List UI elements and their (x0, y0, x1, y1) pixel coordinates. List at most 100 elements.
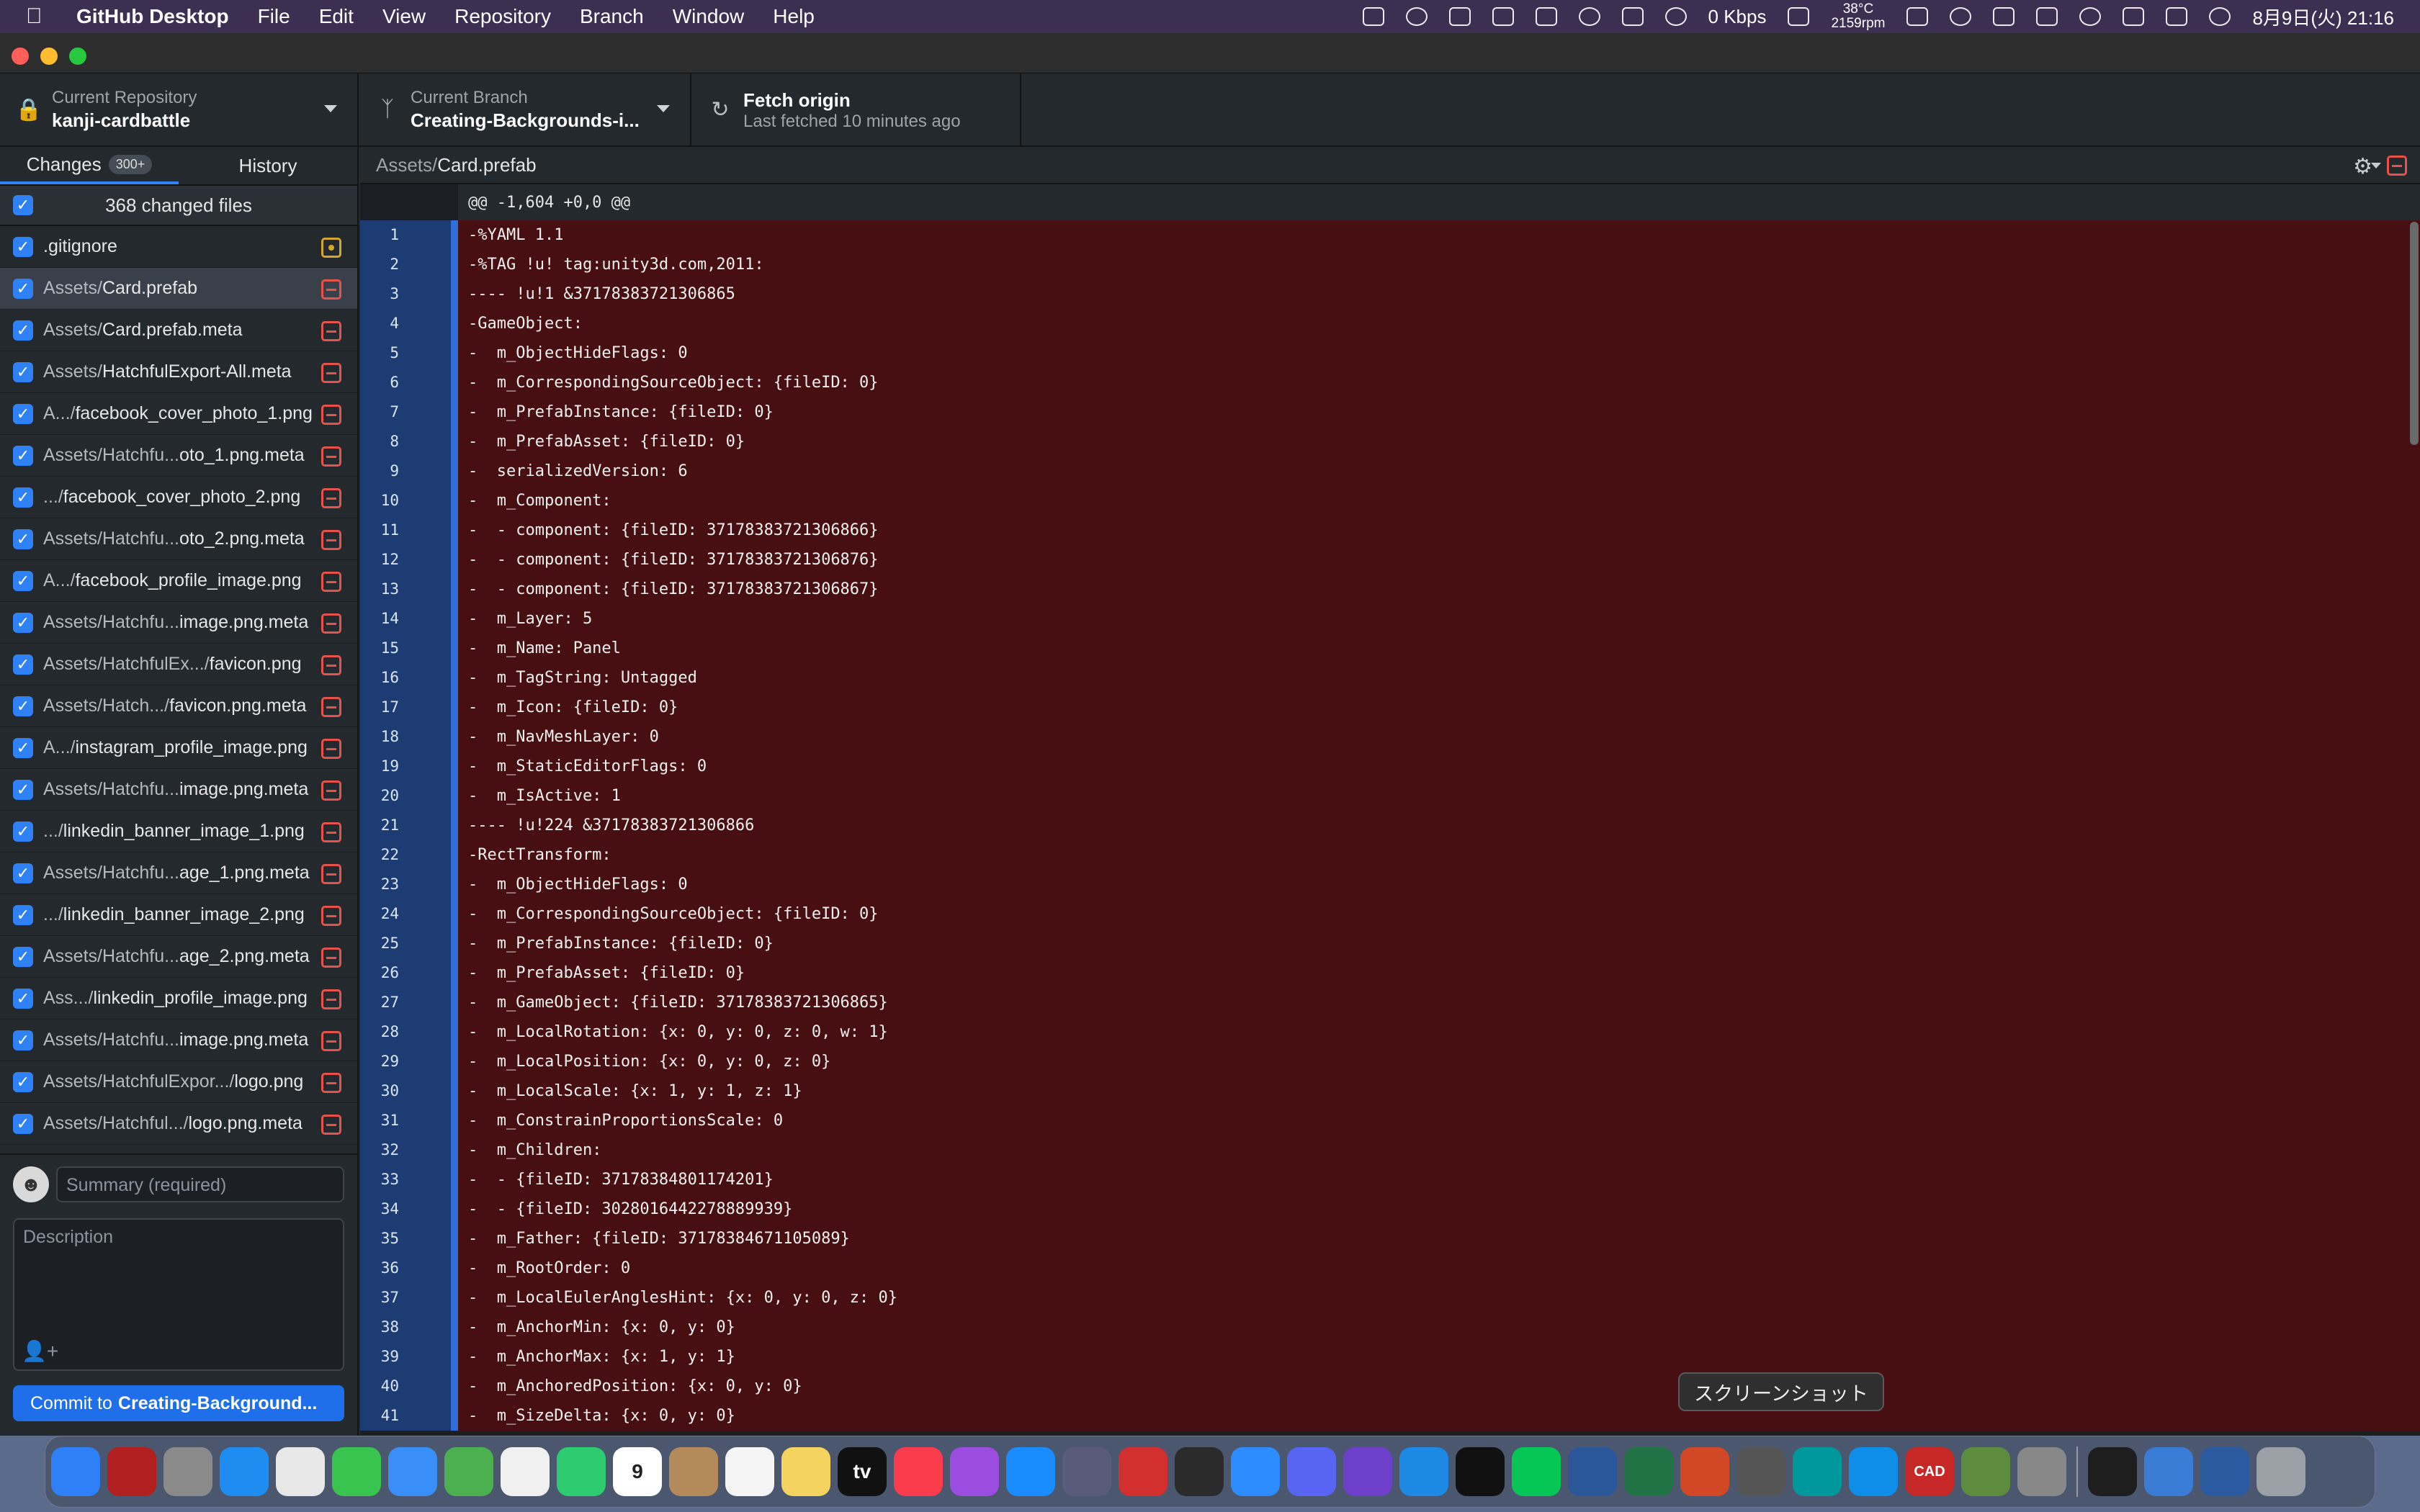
file-include-checkbox[interactable]: ✓ (13, 404, 33, 424)
old-line-number[interactable]: 36 (360, 1254, 408, 1283)
old-line-number[interactable]: 8 (360, 427, 408, 456)
diff-line[interactable]: 16 - m_TagString: Untagged (360, 663, 2420, 693)
commit-button[interactable]: Commit to Creating-Background... (13, 1385, 344, 1421)
diff-line[interactable]: 23 - m_ObjectHideFlags: 0 (360, 870, 2420, 899)
vscode-icon[interactable] (1399, 1447, 1448, 1496)
description-input[interactable]: Description (13, 1218, 344, 1371)
word-icon[interactable] (1568, 1447, 1617, 1496)
old-line-number[interactable]: 23 (360, 870, 408, 899)
video-camera-icon[interactable] (1362, 7, 1384, 26)
line-icon[interactable] (1512, 1447, 1561, 1496)
file-list-item[interactable]: ✓ .../linkedin_banner_image_1.png (0, 811, 357, 852)
close-window-button[interactable] (12, 48, 29, 65)
diff-line[interactable]: 9 - serializedVersion: 6 (360, 456, 2420, 486)
music-icon[interactable] (894, 1447, 943, 1496)
line-selection-bar[interactable] (451, 722, 458, 752)
file-include-checkbox[interactable]: ✓ (13, 1072, 33, 1092)
diff-line[interactable]: 27 - m_GameObject: {fileID: 3717838372130… (360, 988, 2420, 1017)
file-list-item[interactable]: ✓ Assets/Card.prefab (0, 268, 357, 310)
maps-icon[interactable] (444, 1447, 493, 1496)
autocad-icon[interactable]: CAD (1905, 1447, 1954, 1496)
file-list-item[interactable]: ✓ A.../facebook_profile_image.png (0, 560, 357, 602)
line-selection-bar[interactable] (451, 1283, 458, 1313)
menu-edit[interactable]: Edit (319, 5, 354, 28)
chrome-icon[interactable] (276, 1447, 325, 1496)
line-selection-bar[interactable] (451, 634, 458, 663)
old-line-number[interactable]: 33 (360, 1165, 408, 1194)
safari-icon[interactable] (220, 1447, 269, 1496)
line-selection-bar[interactable] (451, 338, 458, 368)
diff-line[interactable]: 34 - - {fileID: 3028016442278889939} (360, 1194, 2420, 1224)
line-selection-bar[interactable] (451, 958, 458, 988)
summary-input[interactable]: Summary (required) (56, 1166, 344, 1202)
old-line-number[interactable]: 27 (360, 988, 408, 1017)
line-selection-bar[interactable] (451, 1254, 458, 1283)
file-include-checkbox[interactable]: ✓ (13, 947, 33, 967)
old-line-number[interactable]: 32 (360, 1135, 408, 1165)
file-list-item[interactable]: ✓ A.../facebook_cover_photo_1.png (0, 393, 357, 435)
line-selection-bar[interactable] (451, 397, 458, 427)
diff-line[interactable]: 6 - m_CorrespondingSourceObject: {fileID:… (360, 368, 2420, 397)
line-selection-bar[interactable] (451, 427, 458, 456)
old-line-number[interactable]: 29 (360, 1047, 408, 1076)
diff-scrollbar[interactable] (2410, 222, 2419, 445)
line-selection-bar[interactable] (451, 1342, 458, 1372)
downloads-stack-icon[interactable] (2144, 1447, 2193, 1496)
file-include-checkbox[interactable]: ✓ (13, 613, 33, 633)
old-line-number[interactable]: 41 (360, 1401, 408, 1431)
file-list-item[interactable]: ✓ Assets/Hatchful.../logo.png.meta (0, 1103, 357, 1145)
line-selection-bar[interactable] (451, 368, 458, 397)
diff-line[interactable]: 29 - m_LocalPosition: {x: 0, y: 0, z: 0} (360, 1047, 2420, 1076)
old-line-number[interactable]: 38 (360, 1313, 408, 1342)
link-icon[interactable] (1993, 7, 2015, 26)
line-selection-bar[interactable] (451, 1372, 458, 1401)
select-all-checkbox[interactable]: ✓ (13, 195, 33, 215)
menu-help[interactable]: Help (773, 5, 815, 28)
line-selection-bar[interactable] (451, 811, 458, 840)
teamviewer-icon[interactable] (1849, 1447, 1898, 1496)
old-line-number[interactable]: 12 (360, 545, 408, 575)
github-desktop-icon[interactable] (1343, 1447, 1392, 1496)
file-include-checkbox[interactable]: ✓ (13, 822, 33, 842)
line-selection-bar[interactable] (451, 840, 458, 870)
hunk-header[interactable]: @@ -1,604 +0,0 @@ (360, 184, 2420, 220)
current-repository-button[interactable]: 🔒 Current Repository kanji-cardbattle (0, 73, 359, 145)
line-selection-bar[interactable] (451, 516, 458, 545)
file-list-item[interactable]: ✓ Ass.../linkedin_profile_image.png (0, 978, 357, 1020)
diff-line[interactable]: 19 - m_StaticEditorFlags: 0 (360, 752, 2420, 781)
file-list-item[interactable]: ✓ Assets/Hatchfu...oto_2.png.meta (0, 518, 357, 560)
menu-app-name[interactable]: GitHub Desktop (76, 5, 229, 28)
line-selection-bar[interactable] (451, 1106, 458, 1135)
old-line-number[interactable]: 18 (360, 722, 408, 752)
old-line-number[interactable]: 3 (360, 279, 408, 309)
line-selection-bar[interactable] (451, 663, 458, 693)
file-include-checkbox[interactable]: ✓ (13, 905, 33, 925)
file-include-checkbox[interactable]: ✓ (13, 279, 33, 299)
terminal-icon[interactable] (1456, 1447, 1505, 1496)
minecraft-icon[interactable] (1961, 1447, 2010, 1496)
old-line-number[interactable]: 17 (360, 693, 408, 722)
old-line-number[interactable]: 10 (360, 486, 408, 516)
diff-line[interactable]: 1 -%YAML 1.1 (360, 220, 2420, 250)
file-include-checkbox[interactable]: ✓ (13, 1030, 33, 1050)
line-selection-bar[interactable] (451, 1194, 458, 1224)
old-line-number[interactable]: 30 (360, 1076, 408, 1106)
diff-line[interactable]: 15 - m_Name: Panel (360, 634, 2420, 663)
diff-line[interactable]: 8 - m_PrefabAsset: {fileID: 0} (360, 427, 2420, 456)
line-selection-bar[interactable] (451, 781, 458, 811)
trash-icon[interactable] (2257, 1447, 2305, 1496)
line-selection-bar[interactable] (451, 1135, 458, 1165)
file-include-checkbox[interactable]: ✓ (13, 654, 33, 675)
contacts-icon[interactable] (669, 1447, 718, 1496)
diff-line[interactable]: 38 - m_AnchorMin: {x: 0, y: 0} (360, 1313, 2420, 1342)
photobooth-icon[interactable] (1062, 1447, 1111, 1496)
calendar-icon[interactable]: 9 (613, 1447, 662, 1496)
old-line-number[interactable]: 16 (360, 663, 408, 693)
gear-icon[interactable]: ⚙ (2353, 154, 2372, 179)
file-include-checkbox[interactable]: ✓ (13, 571, 33, 591)
line-selection-bar[interactable] (451, 1313, 458, 1342)
diff-line[interactable]: 22 -RectTransform: (360, 840, 2420, 870)
file-include-checkbox[interactable]: ✓ (13, 487, 33, 508)
old-line-number[interactable]: 5 (360, 338, 408, 368)
old-line-number[interactable]: 24 (360, 899, 408, 929)
